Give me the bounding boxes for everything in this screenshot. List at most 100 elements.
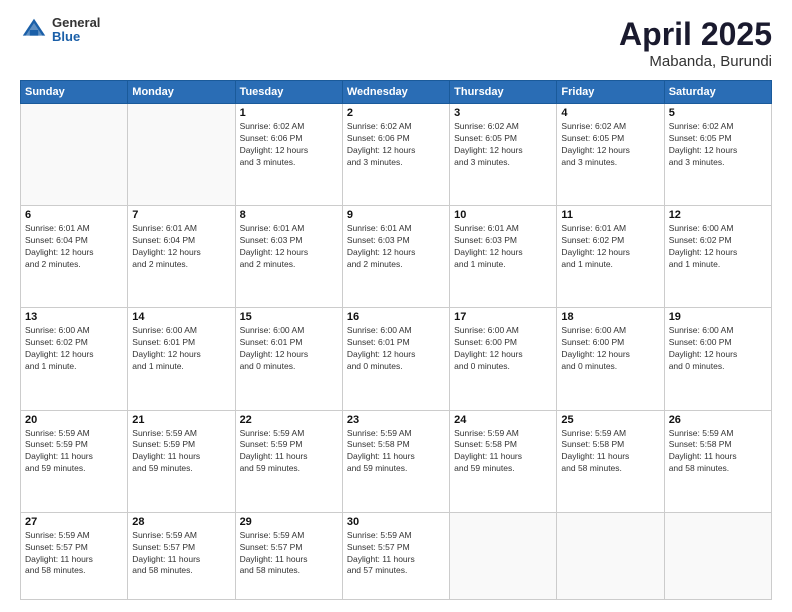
title-block: April 2025 Mabanda, Burundi xyxy=(619,16,772,70)
day-number: 18 xyxy=(561,311,659,323)
day-number: 7 xyxy=(132,209,230,221)
table-row: 15 Sunrise: 6:00 AM Sunset: 6:01 PM Dayli… xyxy=(235,308,342,410)
table-row: 8 Sunrise: 6:01 AM Sunset: 6:03 PM Daylig… xyxy=(235,206,342,308)
day-info: Sunrise: 5:59 AM Sunset: 5:58 PM Dayligh… xyxy=(347,428,445,476)
logo-general-text: General xyxy=(52,16,100,30)
table-row: 7 Sunrise: 6:01 AM Sunset: 6:04 PM Daylig… xyxy=(128,206,235,308)
table-row: 20 Sunrise: 5:59 AM Sunset: 5:59 PM Dayli… xyxy=(21,410,128,512)
logo-blue-text: Blue xyxy=(52,30,100,44)
calendar-table: Sunday Monday Tuesday Wednesday Thursday… xyxy=(20,80,772,600)
day-info: Sunrise: 5:59 AM Sunset: 5:58 PM Dayligh… xyxy=(454,428,552,476)
table-row: 30 Sunrise: 5:59 AM Sunset: 5:57 PM Dayli… xyxy=(342,512,449,599)
col-monday: Monday xyxy=(128,81,235,104)
day-info: Sunrise: 6:00 AM Sunset: 6:00 PM Dayligh… xyxy=(454,325,552,373)
day-info: Sunrise: 5:59 AM Sunset: 5:58 PM Dayligh… xyxy=(669,428,767,476)
table-row: 12Sunrise: 6:00 AM Sunset: 6:02 PM Dayli… xyxy=(664,206,771,308)
day-info: Sunrise: 6:01 AM Sunset: 6:04 PM Dayligh… xyxy=(25,223,123,271)
day-number: 14 xyxy=(132,311,230,323)
day-info: Sunrise: 6:00 AM Sunset: 6:00 PM Dayligh… xyxy=(561,325,659,373)
logo-text: General Blue xyxy=(52,16,100,45)
table-row: 17 Sunrise: 6:00 AM Sunset: 6:00 PM Dayli… xyxy=(450,308,557,410)
col-sunday: Sunday xyxy=(21,81,128,104)
day-number: 21 xyxy=(132,414,230,426)
table-row xyxy=(557,512,664,599)
day-info: Sunrise: 5:59 AM Sunset: 5:59 PM Dayligh… xyxy=(25,428,123,476)
day-number: 20 xyxy=(25,414,123,426)
day-number: 17 xyxy=(454,311,552,323)
day-info: Sunrise: 5:59 AM Sunset: 5:57 PM Dayligh… xyxy=(347,530,445,578)
day-number: 10 xyxy=(454,209,552,221)
table-row: 27 Sunrise: 5:59 AM Sunset: 5:57 PM Dayli… xyxy=(21,512,128,599)
day-number: 1 xyxy=(240,107,338,119)
calendar-location: Mabanda, Burundi xyxy=(619,53,772,70)
table-row: 1 Sunrise: 6:02 AM Sunset: 6:06 PM Daylig… xyxy=(235,104,342,206)
table-row: 3Sunrise: 6:02 AM Sunset: 6:05 PM Daylig… xyxy=(450,104,557,206)
table-row: 11 Sunrise: 6:01 AM Sunset: 6:02 PM Dayli… xyxy=(557,206,664,308)
calendar-header-row: Sunday Monday Tuesday Wednesday Thursday… xyxy=(21,81,772,104)
day-number: 30 xyxy=(347,516,445,528)
day-number: 9 xyxy=(347,209,445,221)
page: General Blue April 2025 Mabanda, Burundi… xyxy=(0,0,792,612)
table-row: 13Sunrise: 6:00 AM Sunset: 6:02 PM Dayli… xyxy=(21,308,128,410)
col-tuesday: Tuesday xyxy=(235,81,342,104)
table-row: 2Sunrise: 6:02 AM Sunset: 6:06 PM Daylig… xyxy=(342,104,449,206)
table-row: 4 Sunrise: 6:02 AM Sunset: 6:05 PM Daylig… xyxy=(557,104,664,206)
day-number: 12 xyxy=(669,209,767,221)
table-row: 5 Sunrise: 6:02 AM Sunset: 6:05 PM Daylig… xyxy=(664,104,771,206)
table-row: 23 Sunrise: 5:59 AM Sunset: 5:58 PM Dayli… xyxy=(342,410,449,512)
table-row: 10 Sunrise: 6:01 AM Sunset: 6:03 PM Dayli… xyxy=(450,206,557,308)
day-number: 8 xyxy=(240,209,338,221)
col-thursday: Thursday xyxy=(450,81,557,104)
day-info: Sunrise: 5:59 AM Sunset: 5:59 PM Dayligh… xyxy=(132,428,230,476)
day-number: 27 xyxy=(25,516,123,528)
day-info: Sunrise: 6:02 AM Sunset: 6:05 PM Dayligh… xyxy=(669,121,767,169)
day-number: 4 xyxy=(561,107,659,119)
calendar-title: April 2025 xyxy=(619,16,772,53)
table-row: 26 Sunrise: 5:59 AM Sunset: 5:58 PM Dayli… xyxy=(664,410,771,512)
table-row xyxy=(664,512,771,599)
day-number: 2 xyxy=(347,107,445,119)
table-row: 28Sunrise: 5:59 AM Sunset: 5:57 PM Dayli… xyxy=(128,512,235,599)
day-number: 16 xyxy=(347,311,445,323)
day-info: Sunrise: 6:00 AM Sunset: 6:00 PM Dayligh… xyxy=(669,325,767,373)
header: General Blue April 2025 Mabanda, Burundi xyxy=(20,16,772,70)
table-row: 9 Sunrise: 6:01 AM Sunset: 6:03 PM Daylig… xyxy=(342,206,449,308)
day-info: Sunrise: 6:01 AM Sunset: 6:03 PM Dayligh… xyxy=(347,223,445,271)
day-info: Sunrise: 6:01 AM Sunset: 6:02 PM Dayligh… xyxy=(561,223,659,271)
table-row: 22 Sunrise: 5:59 AM Sunset: 5:59 PM Dayli… xyxy=(235,410,342,512)
day-info: Sunrise: 6:02 AM Sunset: 6:06 PM Dayligh… xyxy=(240,121,338,169)
day-number: 26 xyxy=(669,414,767,426)
table-row: 16Sunrise: 6:00 AM Sunset: 6:01 PM Dayli… xyxy=(342,308,449,410)
day-info: Sunrise: 5:59 AM Sunset: 5:57 PM Dayligh… xyxy=(132,530,230,578)
day-number: 15 xyxy=(240,311,338,323)
day-info: Sunrise: 5:59 AM Sunset: 5:59 PM Dayligh… xyxy=(240,428,338,476)
col-friday: Friday xyxy=(557,81,664,104)
day-number: 5 xyxy=(669,107,767,119)
day-number: 19 xyxy=(669,311,767,323)
day-info: Sunrise: 6:01 AM Sunset: 6:03 PM Dayligh… xyxy=(240,223,338,271)
table-row: 24 Sunrise: 5:59 AM Sunset: 5:58 PM Dayli… xyxy=(450,410,557,512)
table-row xyxy=(450,512,557,599)
logo: General Blue xyxy=(20,16,100,45)
day-info: Sunrise: 6:02 AM Sunset: 6:05 PM Dayligh… xyxy=(561,121,659,169)
day-info: Sunrise: 5:59 AM Sunset: 5:58 PM Dayligh… xyxy=(561,428,659,476)
day-info: Sunrise: 6:01 AM Sunset: 6:03 PM Dayligh… xyxy=(454,223,552,271)
table-row: 18 Sunrise: 6:00 AM Sunset: 6:00 PM Dayli… xyxy=(557,308,664,410)
table-row: 21 Sunrise: 5:59 AM Sunset: 5:59 PM Dayli… xyxy=(128,410,235,512)
table-row xyxy=(21,104,128,206)
day-info: Sunrise: 6:00 AM Sunset: 6:01 PM Dayligh… xyxy=(240,325,338,373)
day-number: 11 xyxy=(561,209,659,221)
logo-icon xyxy=(20,16,48,44)
day-number: 23 xyxy=(347,414,445,426)
table-row: 19 Sunrise: 6:00 AM Sunset: 6:00 PM Dayli… xyxy=(664,308,771,410)
day-info: Sunrise: 5:59 AM Sunset: 5:57 PM Dayligh… xyxy=(240,530,338,578)
day-number: 24 xyxy=(454,414,552,426)
table-row: 29Sunrise: 5:59 AM Sunset: 5:57 PM Dayli… xyxy=(235,512,342,599)
table-row xyxy=(128,104,235,206)
day-info: Sunrise: 5:59 AM Sunset: 5:57 PM Dayligh… xyxy=(25,530,123,578)
day-info: Sunrise: 6:01 AM Sunset: 6:04 PM Dayligh… xyxy=(132,223,230,271)
table-row: 6 Sunrise: 6:01 AM Sunset: 6:04 PM Daylig… xyxy=(21,206,128,308)
day-number: 6 xyxy=(25,209,123,221)
day-number: 22 xyxy=(240,414,338,426)
day-info: Sunrise: 6:02 AM Sunset: 6:05 PM Dayligh… xyxy=(454,121,552,169)
